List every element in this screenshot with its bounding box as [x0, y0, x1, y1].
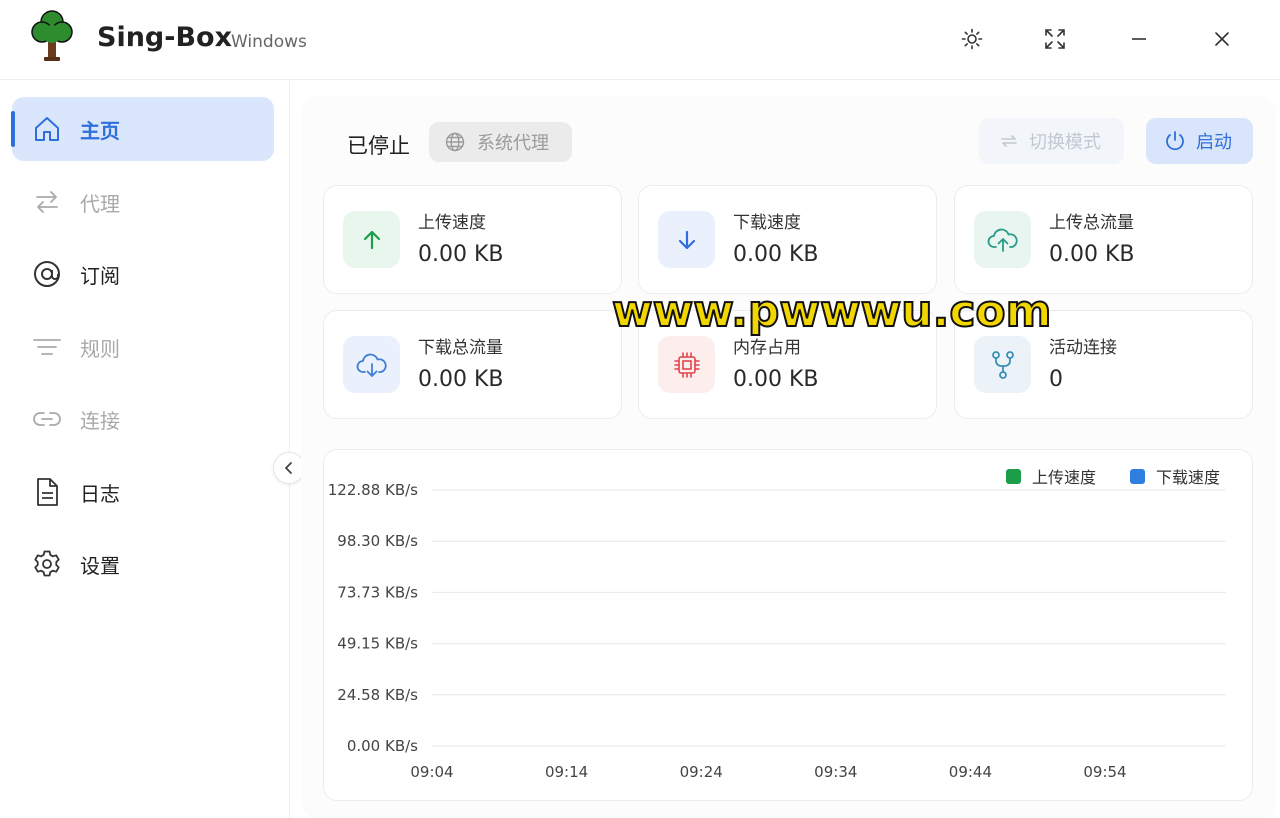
- status-text: 已停止: [347, 134, 410, 158]
- stat-label: 下载速度: [733, 213, 801, 233]
- tree-logo-icon: [31, 10, 73, 61]
- arrow-down-icon: [658, 211, 715, 268]
- globe-icon: [445, 132, 465, 152]
- y-tick-label: 0.00 KB/s: [347, 737, 418, 755]
- stat-card-download-speed: 下载速度 0.00 KB: [638, 185, 937, 294]
- x-tick-label: 09:24: [680, 763, 723, 781]
- sidebar-item-settings[interactable]: 设置: [12, 532, 274, 596]
- y-tick-label: 24.58 KB/s: [337, 686, 418, 704]
- cloud-download-icon: [343, 336, 400, 393]
- gear-icon: [32, 549, 62, 579]
- x-tick-label: 09:04: [410, 763, 453, 781]
- switch-mode-label: 切换模式: [1029, 132, 1101, 153]
- stat-label: 下载总流量: [418, 338, 503, 358]
- y-tick-label: 98.30 KB/s: [337, 532, 418, 550]
- minimize-button[interactable]: [1122, 22, 1156, 56]
- sidebar: 主页 代理 订阅 规则 连接 日志 设置: [0, 81, 290, 818]
- legend-swatch: [1006, 469, 1021, 484]
- close-icon: [1215, 32, 1229, 46]
- watermark-text: www.pwwwu.com: [611, 285, 1052, 338]
- sidebar-item-label: 日志: [80, 481, 120, 506]
- link-icon: [32, 404, 62, 434]
- sidebar-item-label: 主页: [80, 118, 120, 143]
- theme-toggle-button[interactable]: [955, 22, 989, 56]
- switch-mode-button[interactable]: 切换模式: [979, 118, 1124, 164]
- x-tick-label: 09:54: [1083, 763, 1126, 781]
- sidebar-item-label: 订阅: [80, 263, 120, 288]
- sidebar-item-connections[interactable]: 连接: [12, 387, 274, 451]
- stat-label: 上传速度: [418, 213, 486, 233]
- stat-card-download-total: 下载总流量 0.00 KB: [323, 310, 622, 419]
- close-button[interactable]: [1205, 22, 1239, 56]
- app-platform: Windows: [231, 32, 307, 52]
- stat-card-upload-speed: 上传速度 0.00 KB: [323, 185, 622, 294]
- fullscreen-icon: [1045, 29, 1065, 49]
- stat-value: 0.00 KB: [1049, 242, 1135, 267]
- traffic-chart: 0.00 KB/s 24.58 KB/s 49.15 KB/s 73.73 KB/s 9…: [328, 468, 1226, 781]
- sidebar-item-label: 设置: [80, 553, 120, 578]
- app-title: Sing-Box: [97, 22, 232, 53]
- system-proxy-label: 系统代理: [477, 133, 549, 154]
- stat-value: 0.00 KB: [733, 367, 819, 392]
- legend-label: 下载速度: [1156, 468, 1220, 487]
- start-button[interactable]: 启动: [1146, 118, 1253, 164]
- stat-value: 0.00 KB: [733, 242, 819, 267]
- minimize-icon: [1132, 38, 1146, 40]
- sidebar-item-label: 规则: [80, 336, 120, 361]
- power-icon: [1166, 131, 1184, 151]
- chevron-left-icon: [285, 462, 292, 474]
- sidebar-item-proxy[interactable]: 代理: [12, 170, 274, 234]
- sidebar-item-home[interactable]: 主页: [11, 97, 274, 161]
- start-label: 启动: [1196, 132, 1232, 153]
- home-icon: [32, 114, 62, 144]
- y-tick-label: 49.15 KB/s: [337, 635, 418, 653]
- filter-lines-icon: [32, 332, 62, 362]
- stat-value: 0.00 KB: [418, 242, 504, 267]
- arrow-up-icon: [343, 211, 400, 268]
- sun-icon: [961, 28, 983, 50]
- at-icon: [32, 259, 62, 289]
- y-tick-label: 122.88 KB/s: [328, 481, 418, 499]
- sidebar-item-label: 代理: [80, 191, 120, 216]
- x-tick-label: 09:34: [814, 763, 857, 781]
- stat-label: 上传总流量: [1049, 213, 1134, 233]
- y-tick-label: 73.73 KB/s: [337, 583, 418, 601]
- switch-arrows-icon: [1001, 135, 1017, 147]
- swap-icon: [32, 187, 62, 217]
- x-tick-label: 09:44: [949, 763, 992, 781]
- sidebar-item-subscription[interactable]: 订阅: [12, 242, 274, 306]
- document-icon: [32, 477, 62, 507]
- x-tick-label: 09:14: [545, 763, 588, 781]
- cloud-upload-icon: [974, 211, 1031, 268]
- sidebar-item-label: 连接: [80, 408, 120, 433]
- traffic-chart-card: 0.00 KB/s 24.58 KB/s 49.15 KB/s 73.73 KB/s 9…: [323, 449, 1253, 801]
- stat-value: 0: [1049, 367, 1063, 392]
- title-bar: Sing-Box Windows: [0, 0, 1280, 80]
- sidebar-item-logs[interactable]: 日志: [12, 460, 274, 524]
- stat-label: 活动连接: [1049, 338, 1117, 358]
- branch-icon: [974, 336, 1031, 393]
- stat-value: 0.00 KB: [418, 367, 504, 392]
- stat-card-upload-total: 上传总流量 0.00 KB: [954, 185, 1253, 294]
- sidebar-item-rules[interactable]: 规则: [12, 315, 274, 379]
- system-proxy-button[interactable]: 系统代理: [429, 122, 572, 162]
- legend-label: 上传速度: [1032, 468, 1096, 487]
- fullscreen-button[interactable]: [1038, 22, 1072, 56]
- chip-icon: [658, 336, 715, 393]
- legend-swatch: [1130, 469, 1145, 484]
